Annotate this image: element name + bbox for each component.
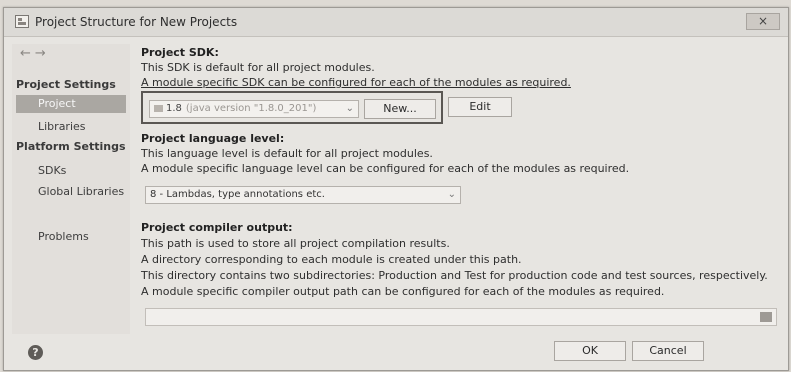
back-arrow-icon[interactable]: ←	[20, 46, 35, 61]
new-sdk-button[interactable]: New...	[364, 99, 436, 119]
sdk-select[interactable]: 1.8 (java version "1.8.0_201") ⌄	[149, 100, 359, 118]
compiler-output-desc-2: A directory corresponding to each module…	[141, 253, 522, 266]
project-structure-dialog: Project Structure for New Projects × ←→ …	[3, 7, 789, 371]
compiler-output-desc-1: This path is used to store all project c…	[141, 237, 450, 250]
help-icon[interactable]: ?	[28, 345, 43, 360]
sidebar-item-problems[interactable]: Problems	[16, 228, 126, 246]
sidebar: ←→ Project Settings Project Libraries Pl…	[12, 44, 130, 334]
section-platform-settings: Platform Settings	[16, 140, 126, 153]
title-bar: Project Structure for New Projects ×	[4, 8, 788, 37]
language-level-desc-1: This language level is default for all p…	[141, 147, 433, 160]
window-title: Project Structure for New Projects	[35, 15, 238, 29]
sdk-heading: Project SDK:	[141, 46, 219, 59]
sdk-desc-1: This SDK is default for all project modu…	[141, 61, 375, 74]
close-button[interactable]: ×	[746, 13, 780, 30]
language-level-select[interactable]: 8 - Lambdas, type annotations etc. ⌄	[145, 186, 461, 204]
compiler-output-desc-4: A module specific compiler output path c…	[141, 285, 665, 298]
sdk-highlight-box: 1.8 (java version "1.8.0_201") ⌄ New...	[141, 91, 443, 124]
language-level-heading: Project language level:	[141, 132, 285, 145]
sidebar-item-sdks[interactable]: SDKs	[16, 162, 126, 180]
sidebar-item-project[interactable]: Project	[16, 95, 126, 113]
forward-arrow-icon[interactable]: →	[35, 46, 50, 61]
compiler-output-heading: Project compiler output:	[141, 221, 293, 234]
chevron-down-icon: ⌄	[447, 189, 456, 200]
browse-folder-icon[interactable]	[760, 312, 772, 322]
compiler-output-path-field[interactable]	[145, 308, 777, 326]
language-level-value: 8 - Lambdas, type annotations etc.	[150, 189, 325, 200]
app-icon	[15, 15, 29, 28]
sidebar-item-global-libraries[interactable]: Global Libraries	[16, 183, 126, 201]
chevron-down-icon: ⌄	[345, 103, 354, 114]
sidebar-item-libraries[interactable]: Libraries	[16, 118, 126, 136]
sdk-desc-2: A module specific SDK can be configured …	[141, 76, 571, 89]
compiler-output-desc-3: This directory contains two subdirectori…	[141, 269, 768, 282]
language-level-desc-2: A module specific language level can be …	[141, 162, 630, 175]
cancel-button[interactable]: Cancel	[632, 341, 704, 361]
edit-sdk-button[interactable]: Edit	[448, 97, 512, 117]
jdk-folder-icon	[154, 104, 163, 112]
sdk-value: 1.8	[166, 103, 182, 114]
nav-arrows: ←→	[20, 46, 50, 61]
sdk-version: (java version "1.8.0_201")	[185, 103, 317, 114]
section-project-settings: Project Settings	[16, 78, 116, 91]
ok-button[interactable]: OK	[554, 341, 626, 361]
